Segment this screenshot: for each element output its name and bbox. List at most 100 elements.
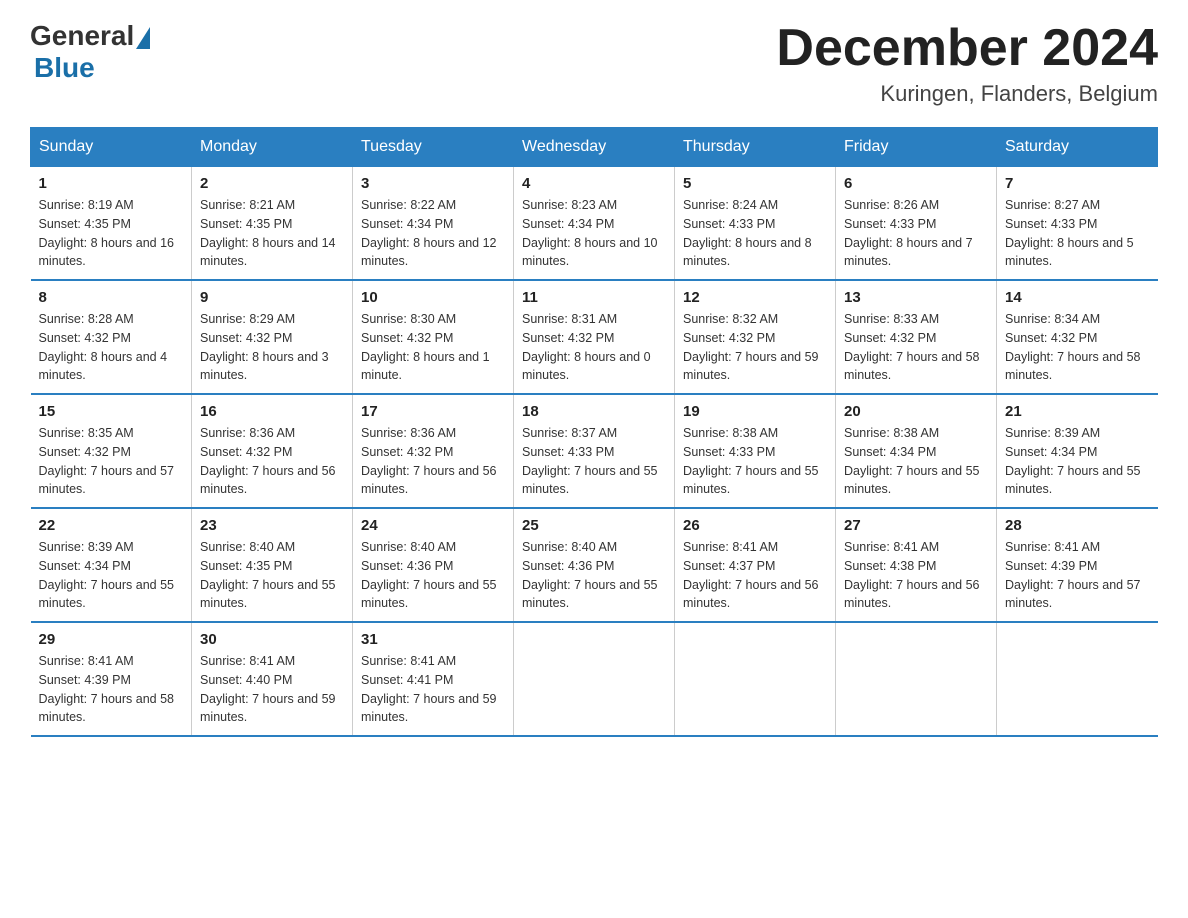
- day-number: 23: [200, 517, 344, 534]
- week-row-1: 1 Sunrise: 8:19 AM Sunset: 4:35 PM Dayli…: [31, 167, 1158, 281]
- day-info: Sunrise: 8:34 AM Sunset: 4:32 PM Dayligh…: [1005, 310, 1150, 385]
- day-info: Sunrise: 8:41 AM Sunset: 4:37 PM Dayligh…: [683, 538, 827, 613]
- day-number: 20: [844, 403, 988, 420]
- header-wednesday: Wednesday: [514, 128, 675, 167]
- day-cell: 31 Sunrise: 8:41 AM Sunset: 4:41 PM Dayl…: [353, 622, 514, 736]
- calendar-header: Sunday Monday Tuesday Wednesday Thursday…: [31, 128, 1158, 167]
- day-info: Sunrise: 8:41 AM Sunset: 4:39 PM Dayligh…: [39, 652, 184, 727]
- day-info: Sunrise: 8:41 AM Sunset: 4:39 PM Dayligh…: [1005, 538, 1150, 613]
- day-number: 5: [683, 175, 827, 192]
- day-cell: 9 Sunrise: 8:29 AM Sunset: 4:32 PM Dayli…: [192, 280, 353, 394]
- day-cell: 16 Sunrise: 8:36 AM Sunset: 4:32 PM Dayl…: [192, 394, 353, 508]
- day-cell: 7 Sunrise: 8:27 AM Sunset: 4:33 PM Dayli…: [997, 167, 1158, 281]
- day-info: Sunrise: 8:41 AM Sunset: 4:38 PM Dayligh…: [844, 538, 988, 613]
- day-cell: [675, 622, 836, 736]
- logo-blue-text: Blue: [34, 52, 95, 83]
- header-friday: Friday: [836, 128, 997, 167]
- day-info: Sunrise: 8:38 AM Sunset: 4:33 PM Dayligh…: [683, 424, 827, 499]
- day-info: Sunrise: 8:35 AM Sunset: 4:32 PM Dayligh…: [39, 424, 184, 499]
- day-info: Sunrise: 8:21 AM Sunset: 4:35 PM Dayligh…: [200, 196, 344, 271]
- calendar-table: Sunday Monday Tuesday Wednesday Thursday…: [30, 127, 1158, 737]
- day-cell: 23 Sunrise: 8:40 AM Sunset: 4:35 PM Dayl…: [192, 508, 353, 622]
- day-number: 6: [844, 175, 988, 192]
- day-cell: 14 Sunrise: 8:34 AM Sunset: 4:32 PM Dayl…: [997, 280, 1158, 394]
- day-info: Sunrise: 8:39 AM Sunset: 4:34 PM Dayligh…: [1005, 424, 1150, 499]
- day-cell: 13 Sunrise: 8:33 AM Sunset: 4:32 PM Dayl…: [836, 280, 997, 394]
- logo-triangle-icon: [136, 27, 150, 49]
- day-info: Sunrise: 8:36 AM Sunset: 4:32 PM Dayligh…: [361, 424, 505, 499]
- day-info: Sunrise: 8:30 AM Sunset: 4:32 PM Dayligh…: [361, 310, 505, 385]
- day-info: Sunrise: 8:38 AM Sunset: 4:34 PM Dayligh…: [844, 424, 988, 499]
- day-number: 27: [844, 517, 988, 534]
- day-cell: 25 Sunrise: 8:40 AM Sunset: 4:36 PM Dayl…: [514, 508, 675, 622]
- day-info: Sunrise: 8:19 AM Sunset: 4:35 PM Dayligh…: [39, 196, 184, 271]
- logo-general-text: General: [30, 20, 134, 52]
- day-info: Sunrise: 8:36 AM Sunset: 4:32 PM Dayligh…: [200, 424, 344, 499]
- day-number: 13: [844, 289, 988, 306]
- day-cell: [997, 622, 1158, 736]
- day-info: Sunrise: 8:40 AM Sunset: 4:36 PM Dayligh…: [361, 538, 505, 613]
- day-number: 11: [522, 289, 666, 306]
- day-cell: 17 Sunrise: 8:36 AM Sunset: 4:32 PM Dayl…: [353, 394, 514, 508]
- day-number: 30: [200, 631, 344, 648]
- day-number: 14: [1005, 289, 1150, 306]
- weekday-header-row: Sunday Monday Tuesday Wednesday Thursday…: [31, 128, 1158, 167]
- day-number: 3: [361, 175, 505, 192]
- header-monday: Monday: [192, 128, 353, 167]
- day-cell: 6 Sunrise: 8:26 AM Sunset: 4:33 PM Dayli…: [836, 167, 997, 281]
- day-number: 26: [683, 517, 827, 534]
- day-cell: 28 Sunrise: 8:41 AM Sunset: 4:39 PM Dayl…: [997, 508, 1158, 622]
- day-cell: 12 Sunrise: 8:32 AM Sunset: 4:32 PM Dayl…: [675, 280, 836, 394]
- day-number: 9: [200, 289, 344, 306]
- day-number: 2: [200, 175, 344, 192]
- day-info: Sunrise: 8:26 AM Sunset: 4:33 PM Dayligh…: [844, 196, 988, 271]
- day-cell: 27 Sunrise: 8:41 AM Sunset: 4:38 PM Dayl…: [836, 508, 997, 622]
- day-cell: 3 Sunrise: 8:22 AM Sunset: 4:34 PM Dayli…: [353, 167, 514, 281]
- day-number: 18: [522, 403, 666, 420]
- day-cell: 5 Sunrise: 8:24 AM Sunset: 4:33 PM Dayli…: [675, 167, 836, 281]
- day-cell: 10 Sunrise: 8:30 AM Sunset: 4:32 PM Dayl…: [353, 280, 514, 394]
- header-sunday: Sunday: [31, 128, 192, 167]
- day-info: Sunrise: 8:27 AM Sunset: 4:33 PM Dayligh…: [1005, 196, 1150, 271]
- day-number: 16: [200, 403, 344, 420]
- day-cell: 1 Sunrise: 8:19 AM Sunset: 4:35 PM Dayli…: [31, 167, 192, 281]
- day-cell: 4 Sunrise: 8:23 AM Sunset: 4:34 PM Dayli…: [514, 167, 675, 281]
- day-cell: 18 Sunrise: 8:37 AM Sunset: 4:33 PM Dayl…: [514, 394, 675, 508]
- day-cell: 8 Sunrise: 8:28 AM Sunset: 4:32 PM Dayli…: [31, 280, 192, 394]
- day-info: Sunrise: 8:31 AM Sunset: 4:32 PM Dayligh…: [522, 310, 666, 385]
- day-info: Sunrise: 8:40 AM Sunset: 4:35 PM Dayligh…: [200, 538, 344, 613]
- day-number: 15: [39, 403, 184, 420]
- day-info: Sunrise: 8:41 AM Sunset: 4:40 PM Dayligh…: [200, 652, 344, 727]
- title-block: December 2024 Kuringen, Flanders, Belgiu…: [776, 20, 1158, 107]
- location-text: Kuringen, Flanders, Belgium: [776, 81, 1158, 107]
- day-cell: [514, 622, 675, 736]
- week-row-4: 22 Sunrise: 8:39 AM Sunset: 4:34 PM Dayl…: [31, 508, 1158, 622]
- day-info: Sunrise: 8:28 AM Sunset: 4:32 PM Dayligh…: [39, 310, 184, 385]
- day-info: Sunrise: 8:39 AM Sunset: 4:34 PM Dayligh…: [39, 538, 184, 613]
- day-number: 31: [361, 631, 505, 648]
- day-cell: 15 Sunrise: 8:35 AM Sunset: 4:32 PM Dayl…: [31, 394, 192, 508]
- day-number: 22: [39, 517, 184, 534]
- header-thursday: Thursday: [675, 128, 836, 167]
- day-number: 17: [361, 403, 505, 420]
- day-number: 24: [361, 517, 505, 534]
- day-cell: 30 Sunrise: 8:41 AM Sunset: 4:40 PM Dayl…: [192, 622, 353, 736]
- day-info: Sunrise: 8:22 AM Sunset: 4:34 PM Dayligh…: [361, 196, 505, 271]
- day-number: 8: [39, 289, 184, 306]
- day-cell: 24 Sunrise: 8:40 AM Sunset: 4:36 PM Dayl…: [353, 508, 514, 622]
- day-number: 1: [39, 175, 184, 192]
- day-cell: 11 Sunrise: 8:31 AM Sunset: 4:32 PM Dayl…: [514, 280, 675, 394]
- day-number: 25: [522, 517, 666, 534]
- day-cell: [836, 622, 997, 736]
- day-number: 28: [1005, 517, 1150, 534]
- day-number: 21: [1005, 403, 1150, 420]
- day-info: Sunrise: 8:29 AM Sunset: 4:32 PM Dayligh…: [200, 310, 344, 385]
- day-number: 10: [361, 289, 505, 306]
- day-cell: 21 Sunrise: 8:39 AM Sunset: 4:34 PM Dayl…: [997, 394, 1158, 508]
- day-number: 7: [1005, 175, 1150, 192]
- day-number: 19: [683, 403, 827, 420]
- day-cell: 19 Sunrise: 8:38 AM Sunset: 4:33 PM Dayl…: [675, 394, 836, 508]
- day-info: Sunrise: 8:24 AM Sunset: 4:33 PM Dayligh…: [683, 196, 827, 271]
- day-info: Sunrise: 8:37 AM Sunset: 4:33 PM Dayligh…: [522, 424, 666, 499]
- day-cell: 20 Sunrise: 8:38 AM Sunset: 4:34 PM Dayl…: [836, 394, 997, 508]
